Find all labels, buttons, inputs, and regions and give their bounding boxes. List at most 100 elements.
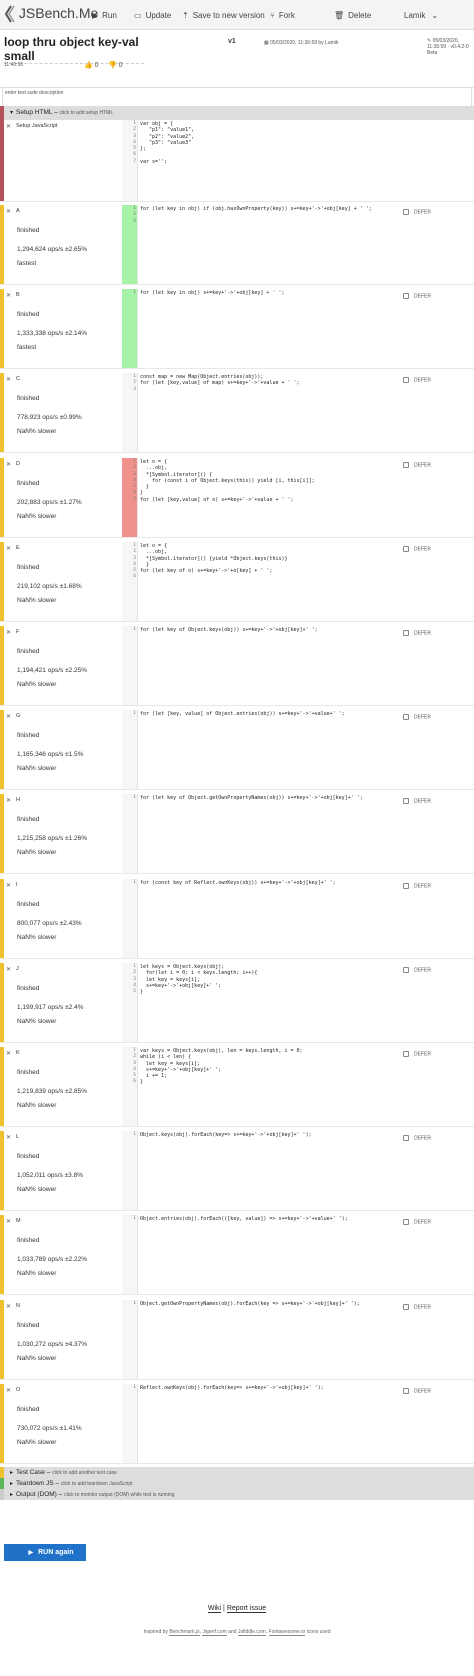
report-issue-link[interactable]: Report issue [226, 1605, 267, 1613]
fork-button[interactable]: ⑂ Fork [270, 11, 295, 20]
test-case-name[interactable]: D [16, 461, 20, 467]
code-editor[interactable]: let o = { ...obj, *[Symbol.iterator]() {… [140, 543, 288, 574]
dislike-button[interactable]: 👎 0 [108, 61, 123, 69]
close-icon[interactable]: ✕ [6, 1387, 11, 1394]
close-icon[interactable]: ✕ [6, 882, 11, 889]
defer-toggle[interactable]: DEFER [403, 883, 431, 889]
test-case-name[interactable]: M [16, 1218, 21, 1224]
defer-toggle[interactable]: DEFER [403, 1219, 431, 1225]
suite-title[interactable]: loop thru object key-val small [4, 35, 144, 64]
close-icon[interactable]: ✕ [6, 123, 11, 130]
code-editor[interactable]: Reflect.ownKeys(obj).forEach(key=> s+=ke… [140, 1385, 324, 1391]
defer-checkbox[interactable] [403, 546, 409, 552]
close-icon[interactable]: ✕ [6, 797, 11, 804]
wiki-link[interactable]: Wiki [207, 1605, 222, 1613]
close-icon[interactable]: ✕ [6, 966, 11, 973]
defer-checkbox[interactable] [403, 630, 409, 636]
code-editor[interactable]: for (let key in obj) s+=key+'->'+obj[key… [140, 290, 285, 296]
defer-checkbox[interactable] [403, 293, 409, 299]
defer-toggle[interactable]: DEFER [403, 209, 431, 215]
bottom-section-bar[interactable]: ▸ Output (DOM) – click to monitor output … [0, 1489, 474, 1500]
test-case-name[interactable]: K [16, 1050, 20, 1056]
defer-checkbox[interactable] [403, 1304, 409, 1310]
code-editor[interactable]: var keys = Object.keys(obj), len = keys.… [140, 1048, 303, 1086]
jsperf-link[interactable]: Jsperf.com [202, 1629, 227, 1636]
defer-checkbox[interactable] [403, 883, 409, 889]
close-icon[interactable]: ✕ [6, 713, 11, 720]
setup-html-bar[interactable]: ▾ Setup HTML – click to add setup HTML [0, 106, 474, 120]
app-logo[interactable]: JSBench.Me [4, 5, 98, 23]
defer-toggle[interactable]: DEFER [403, 630, 431, 636]
user-menu[interactable]: Lamik ⌄ [404, 11, 442, 20]
test-case-name[interactable]: J [16, 966, 19, 972]
defer-toggle[interactable]: DEFER [403, 798, 431, 804]
close-icon[interactable]: ✕ [6, 1218, 11, 1225]
test-case-name[interactable]: A [16, 208, 20, 214]
defer-checkbox[interactable] [403, 798, 409, 804]
defer-toggle[interactable]: DEFER [403, 1051, 431, 1057]
jsfiddle-link[interactable]: Jsfiddle.com [237, 1629, 266, 1636]
test-case-name[interactable]: L [16, 1134, 19, 1140]
bottom-section-bar[interactable]: ▸ Teardown JS – click to add teardown Jav… [0, 1478, 474, 1489]
bottom-section-bar[interactable]: ▸ Test Case – click to add another test c… [0, 1467, 474, 1478]
close-icon[interactable]: ✕ [6, 1050, 11, 1057]
defer-toggle[interactable]: DEFER [403, 462, 431, 468]
defer-toggle[interactable]: DEFER [403, 714, 431, 720]
update-button[interactable]: ▭ Update [134, 11, 171, 20]
code-editor[interactable]: for (let key in obj) if (obj.hasOwnPrope… [140, 206, 372, 212]
test-case-name[interactable]: G [16, 713, 20, 719]
run-again-button[interactable]: ▶ RUN again [4, 1544, 86, 1561]
close-icon[interactable]: ✕ [6, 376, 11, 383]
code-editor[interactable]: Object.getOwnPropertyNames(obj).forEach(… [140, 1301, 360, 1307]
defer-toggle[interactable]: DEFER [403, 293, 431, 299]
close-icon[interactable]: ✕ [6, 1303, 11, 1310]
close-icon[interactable]: ✕ [6, 1134, 11, 1141]
test-case-name[interactable]: F [16, 629, 19, 635]
code-editor[interactable]: Object.entries(obj).forEach(([key, value… [140, 1216, 348, 1222]
close-icon[interactable]: ✕ [6, 208, 11, 215]
close-icon[interactable]: ✕ [6, 545, 11, 552]
test-case-name[interactable]: H [16, 797, 20, 803]
defer-toggle[interactable]: DEFER [403, 1135, 431, 1141]
setup-js-editor[interactable]: var obj = { "p1": "value1", "p2": "value… [140, 121, 194, 165]
code-editor[interactable]: for (const key of Reflect.ownKeys(obj)) … [140, 880, 336, 886]
code-editor[interactable]: for (let [key, value] of Object.entries(… [140, 711, 345, 717]
description-input[interactable]: enter test suite description [2, 87, 472, 107]
defer-checkbox[interactable] [403, 967, 409, 973]
close-icon[interactable]: ✕ [6, 292, 11, 299]
defer-toggle[interactable]: DEFER [403, 546, 431, 552]
code-editor[interactable]: Object.keys(obj).forEach(key=> s+=key+'-… [140, 1132, 312, 1138]
benchmarkjs-link[interactable]: Benchmark.js [169, 1629, 200, 1636]
save-new-version-button[interactable]: ⇡ Save to new version [182, 11, 265, 20]
code-editor[interactable]: for (let key of Object.getOwnPropertyNam… [140, 795, 363, 801]
run-button[interactable]: ▶ Run [92, 11, 117, 20]
defer-checkbox[interactable] [403, 377, 409, 383]
test-case-name[interactable]: N [16, 1303, 20, 1309]
code-editor[interactable]: const map = new Map(Object.entries(obj))… [140, 374, 300, 387]
test-case-name[interactable]: I [16, 882, 18, 888]
test-case-name[interactable]: O [16, 1387, 20, 1393]
defer-toggle[interactable]: DEFER [403, 1304, 431, 1310]
test-case-name[interactable]: C [16, 376, 20, 382]
defer-checkbox[interactable] [403, 1051, 409, 1057]
close-icon[interactable]: ✕ [6, 629, 11, 636]
defer-checkbox[interactable] [403, 714, 409, 720]
defer-checkbox[interactable] [403, 1388, 409, 1394]
code-editor[interactable]: let keys = Object.keys(obj); for(let i =… [140, 964, 257, 995]
defer-toggle[interactable]: DEFER [403, 967, 431, 973]
close-icon[interactable]: ✕ [6, 461, 11, 468]
code-editor[interactable]: for (let key of Object.keys(obj)) s+=key… [140, 627, 318, 633]
test-case-name[interactable]: B [16, 292, 20, 298]
defer-checkbox[interactable] [403, 209, 409, 215]
delete-button[interactable]: 🗑 Delete [334, 11, 371, 20]
defer-checkbox[interactable] [403, 1219, 409, 1225]
run-again-label: RUN again [38, 1549, 74, 1556]
like-button[interactable]: 👍 0 [84, 61, 99, 69]
defer-toggle[interactable]: DEFER [403, 1388, 431, 1394]
defer-checkbox[interactable] [403, 462, 409, 468]
defer-toggle[interactable]: DEFER [403, 377, 431, 383]
defer-checkbox[interactable] [403, 1135, 409, 1141]
fontawesome-link[interactable]: Fontawesome.io [268, 1629, 306, 1636]
code-editor[interactable]: let o = { ...obj, *[Symbol.iterator]() {… [140, 459, 315, 503]
test-case-name[interactable]: E [16, 545, 20, 551]
